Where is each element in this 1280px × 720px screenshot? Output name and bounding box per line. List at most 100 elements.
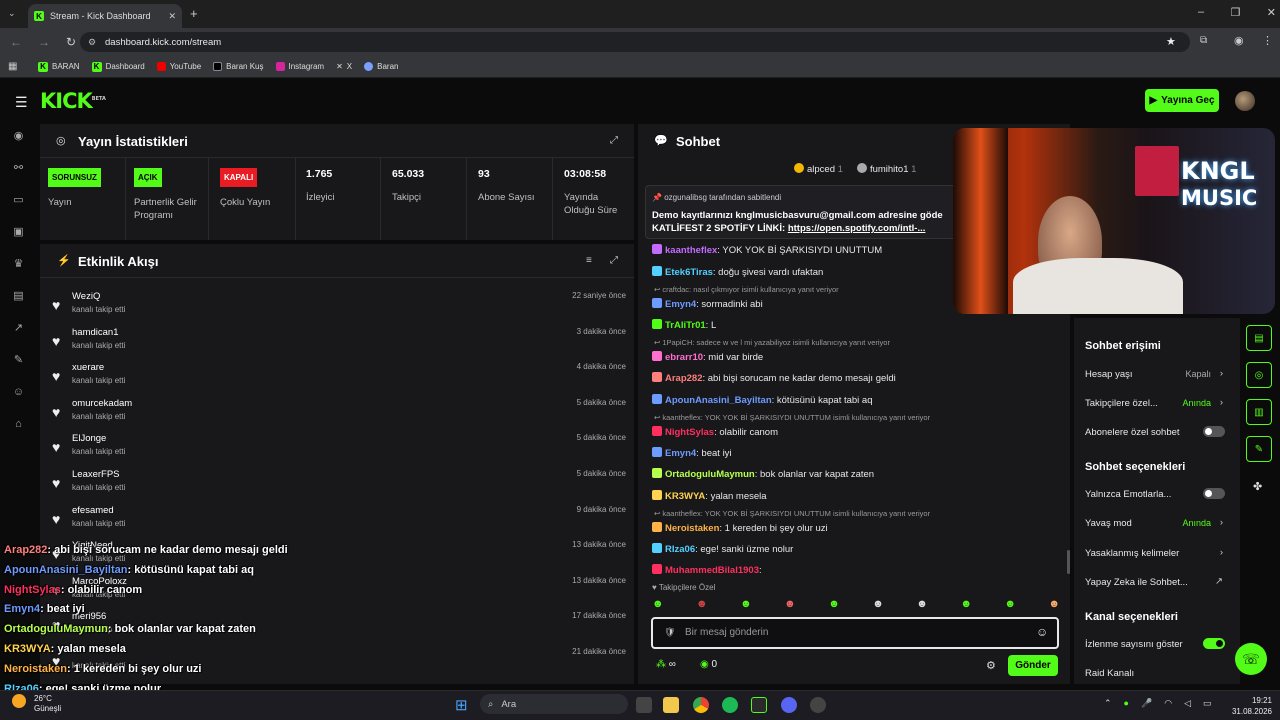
minimize-icon[interactable]: – xyxy=(1198,6,1204,19)
layout-icon[interactable]: ▥ xyxy=(1246,399,1272,425)
chat-username[interactable]: Emyn4 xyxy=(665,299,696,310)
bookmark-baran-kus[interactable]: Baran Kuş xyxy=(213,62,264,71)
layout-icon[interactable]: ▭ xyxy=(12,194,25,207)
chat-message[interactable]: NightSylas: olabilir canom xyxy=(652,426,778,438)
help-support-button[interactable]: ☏ xyxy=(1235,643,1267,675)
banned-words-setting[interactable]: Yasaklanmış kelimeler › xyxy=(1085,547,1225,559)
bookmark-dashboard[interactable]: K Dashboard xyxy=(91,61,145,72)
spotify-icon[interactable] xyxy=(722,697,738,713)
chat-username[interactable]: MuhammedBilal1903 xyxy=(665,565,759,576)
hamburger-menu-icon[interactable]: ☰ xyxy=(15,94,28,111)
chrome-icon[interactable] xyxy=(693,697,709,713)
network-icon[interactable]: ◠ xyxy=(1164,698,1172,709)
expand-icon[interactable]: ⤢ xyxy=(610,135,618,146)
links-icon[interactable]: ⚯ xyxy=(12,162,25,175)
chat-message[interactable]: Emyn4: sormadinki abi xyxy=(652,298,763,310)
stream-icon[interactable]: ◉ xyxy=(12,130,25,143)
bookmark-youtube[interactable]: YouTube xyxy=(156,62,201,71)
kick-logo[interactable]: KICKBETA xyxy=(40,89,106,113)
spotify-link[interactable]: https://open.spotify.com/intl-... xyxy=(788,223,926,234)
top-chatter-1[interactable]: alpced 1 xyxy=(794,163,843,175)
chat-message[interactable]: OrtadoguluMaymun: bok olanlar var kapat … xyxy=(652,468,874,480)
emote-icon[interactable]: ☻ xyxy=(696,598,708,614)
chat-username[interactable]: NightSylas xyxy=(665,427,714,438)
send-button[interactable]: Gönder xyxy=(1008,655,1058,676)
tools-icon[interactable]: ✎ xyxy=(1246,436,1272,462)
activity-item[interactable]: ♥ efesamed kanalı takip etti 9 dakika önce xyxy=(50,503,630,539)
top-chatter-2[interactable]: fumihito1 1 xyxy=(856,163,916,175)
close-window-icon[interactable]: ✕ xyxy=(1267,6,1276,19)
chat-message[interactable]: kaantheflex: YOK YOK Bİ ŞARKISIYDI UNUTT… xyxy=(652,244,882,256)
emote-icon[interactable]: ☻ xyxy=(784,598,796,614)
infinity-icon[interactable]: ⁂ ∞ xyxy=(656,659,676,670)
omnibox[interactable] xyxy=(80,32,1190,52)
analytics-icon[interactable]: ↗ xyxy=(12,322,25,335)
apps-grid-icon[interactable]: ▦ xyxy=(8,61,17,72)
tray-chevron-icon[interactable]: ⌃ xyxy=(1104,698,1112,709)
site-info-icon[interactable]: ⚙ xyxy=(88,37,96,48)
discord-icon[interactable] xyxy=(781,697,797,713)
file-explorer-icon[interactable] xyxy=(663,697,679,713)
volume-icon[interactable]: ◁ xyxy=(1184,698,1191,709)
bookmark-baran[interactable]: K BARAN xyxy=(38,61,80,72)
activity-item[interactable]: ♥ omurcekadam kanalı takip etti 5 dakika ön… xyxy=(50,396,630,432)
forward-icon[interactable]: → xyxy=(38,35,50,49)
browser-tab[interactable]: K Stream - Kick Dashboard ✕ xyxy=(28,4,182,28)
back-icon[interactable]: ← xyxy=(10,35,22,49)
bookmark-instagram[interactable]: Instagram xyxy=(275,62,324,71)
stream-preview-icon[interactable]: ◎ xyxy=(1246,362,1272,388)
chat-message[interactable]: RIza06: ege! sanki üzme nolur xyxy=(652,543,793,555)
chat-username[interactable]: ebrarr10 xyxy=(665,352,703,363)
emote-icon[interactable]: ☻ xyxy=(652,598,664,614)
battery-icon[interactable]: ▭ xyxy=(1203,698,1212,709)
emote-icon[interactable]: ☻ xyxy=(872,598,884,614)
chat-username[interactable]: TrAliTr01 xyxy=(665,320,706,331)
activity-item[interactable]: ♥ hamdican1 kanalı takip etti 3 dakika önce xyxy=(50,325,630,361)
emote-icon[interactable]: ☻ xyxy=(828,598,840,614)
extensions-icon[interactable]: ⧉ xyxy=(1200,35,1207,46)
settings-gear-icon[interactable]: ⚙ xyxy=(986,659,996,672)
apps-icon[interactable]: ✤ xyxy=(1253,480,1262,493)
menu-icon[interactable]: ⋮ xyxy=(1262,34,1273,47)
followers-only-setting[interactable]: Takipçilere özel... Anında › xyxy=(1085,397,1225,409)
taskbar-search[interactable]: ⌕ Ara xyxy=(480,694,628,714)
chat-message[interactable]: Etek6Tiras: doğu şivesi vardı ufaktan xyxy=(652,266,823,278)
chat-message[interactable]: MuhammedBilal1903: xyxy=(652,564,762,576)
dashboard-icon[interactable]: ▣ xyxy=(12,226,25,239)
activity-item[interactable]: ♥ LeaxerFPS kanalı takip etti 5 dakika önce xyxy=(50,467,630,503)
media-icon[interactable]: ▤ xyxy=(12,290,25,303)
chat-input-placeholder[interactable]: Bir mesaj gönderin xyxy=(685,627,768,638)
task-view-icon[interactable] xyxy=(636,697,652,713)
app-icon[interactable] xyxy=(810,697,826,713)
app-icon[interactable] xyxy=(751,697,767,713)
ai-chat-setting[interactable]: Yapay Zeka ile Sohbet... ↗ xyxy=(1085,576,1225,588)
bookmark-x[interactable]: ✕ X xyxy=(336,62,352,71)
slow-mode-setting[interactable]: Yavaş mod Anında › xyxy=(1085,517,1225,529)
emote-icon[interactable]: ☻ xyxy=(960,598,972,614)
chat-username[interactable]: kaantheflex xyxy=(665,245,717,256)
points-counter[interactable]: ◉ 0 xyxy=(700,659,717,670)
bookmark-baran-2[interactable]: Baran xyxy=(364,62,398,71)
new-tab-button[interactable]: + xyxy=(190,6,198,21)
chat-username[interactable]: RIza06 xyxy=(665,544,695,555)
show-views-toggle[interactable] xyxy=(1203,638,1225,649)
store-icon[interactable]: ⌂ xyxy=(12,418,25,431)
weather-widget[interactable]: 26°C Güneşli xyxy=(34,694,61,714)
tray-app-icon[interactable]: ● xyxy=(1124,698,1129,709)
trophy-icon[interactable]: ♛ xyxy=(12,258,25,271)
emoji-picker-icon[interactable]: ☺ xyxy=(1036,625,1048,639)
go-live-button[interactable]: ▶ Yayına Geç xyxy=(1145,89,1219,112)
chat-message[interactable]: ApounAnasini_Bayiltan: kötüsünü kapat ta… xyxy=(652,394,873,406)
windows-start-icon[interactable]: ⊞ xyxy=(455,696,468,714)
chat-username[interactable]: Arap282 xyxy=(665,373,703,384)
chat-username[interactable]: Emyn4 xyxy=(665,448,696,459)
chat-message[interactable]: Emyn4: beat iyi xyxy=(652,447,732,459)
emotes-only-toggle[interactable] xyxy=(1203,488,1225,499)
chat-username[interactable]: OrtadoguluMaymun xyxy=(665,469,755,480)
activity-item[interactable]: ♥ WeziQ kanalı takip etti 22 saniye önce xyxy=(50,289,630,325)
chat-username[interactable]: Neroistaken xyxy=(665,523,719,534)
account-age-setting[interactable]: Hesap yaşı Kapalı › xyxy=(1085,368,1225,380)
activity-item[interactable]: ♥ xuerare kanalı takip etti 4 dakika önce xyxy=(50,360,630,396)
expand-icon[interactable]: ⤢ xyxy=(610,255,618,266)
chat-message[interactable]: ebrarr10: mid var birde xyxy=(652,351,763,363)
